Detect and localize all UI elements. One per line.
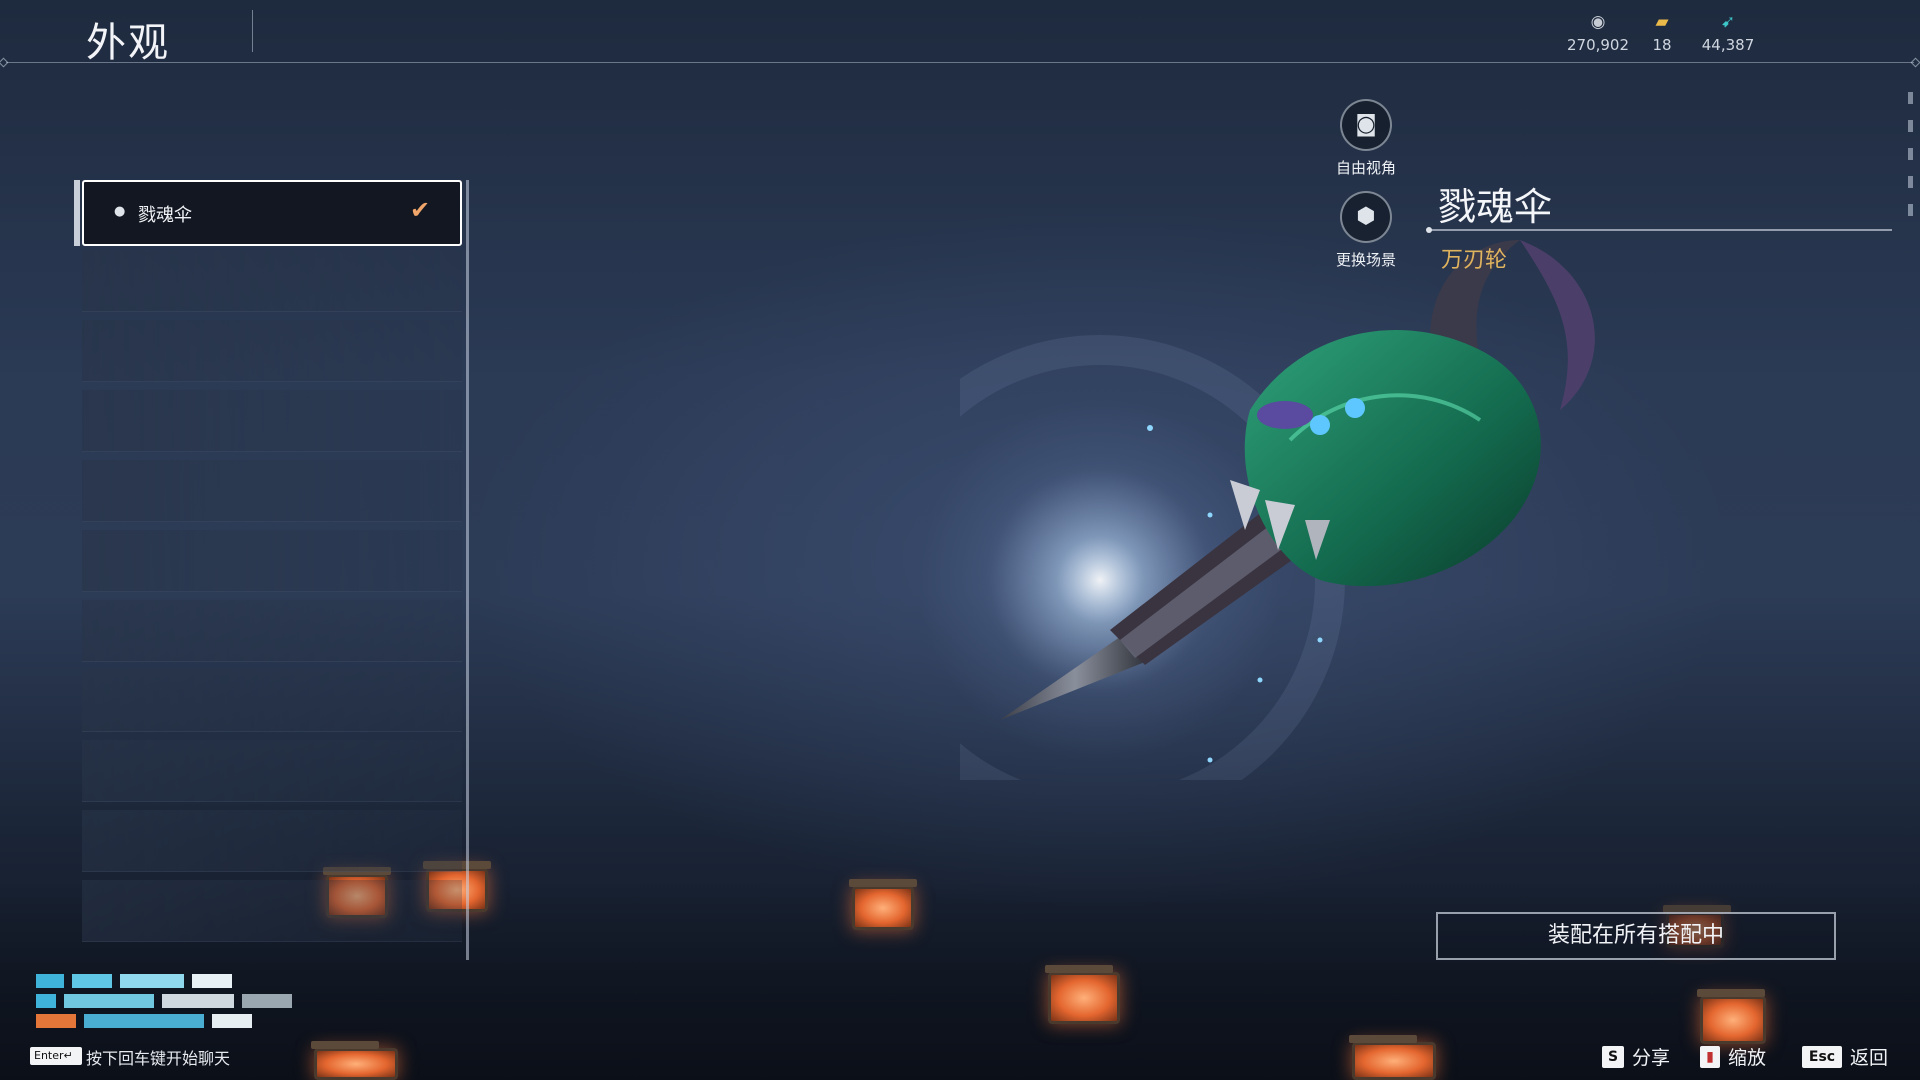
floating-lantern [1045, 965, 1120, 1024]
list-item-label: 戮魂伞 [138, 205, 192, 226]
appearance-list: ● 戮魂伞 ✔ [74, 180, 469, 960]
checkmark-icon: ✔ [410, 196, 431, 224]
underline-dot [1426, 227, 1432, 233]
share-key: S [1602, 1046, 1624, 1068]
free-camera-button[interactable]: ◙ 自由视角 [1321, 99, 1411, 178]
list-item-empty [82, 250, 462, 312]
currency-value: 44,387 [1701, 36, 1755, 54]
camera-icon: ◙ [1340, 99, 1392, 151]
enter-key-hint: Enter↵ [30, 1047, 82, 1065]
weapon-model-illustration [960, 240, 1595, 780]
floating-lantern [311, 1041, 398, 1080]
list-item-empty [82, 670, 462, 732]
item-name-underline [1428, 229, 1892, 231]
chat-hint[interactable]: 按下回车键开始聊天 [86, 1045, 230, 1069]
list-scrollbar[interactable] [466, 180, 469, 960]
item-name: 戮魂伞 [1438, 185, 1553, 229]
floating-lantern [1349, 1035, 1436, 1080]
floating-lantern [1697, 989, 1766, 1044]
share-button[interactable]: 分享 [1632, 1043, 1670, 1070]
cube-icon: ⬢ [1340, 191, 1392, 243]
list-item-empty [82, 320, 462, 382]
list-item-empty [82, 460, 462, 522]
list-item-empty [82, 880, 462, 942]
list-item-empty [82, 740, 462, 802]
drop-icon: ● [114, 204, 126, 219]
right-scroll-indicator[interactable] [1908, 92, 1914, 232]
page-title: 外观 [86, 20, 170, 66]
esc-key: Esc [1802, 1046, 1842, 1068]
divider-ornament [1910, 57, 1920, 68]
back-button[interactable]: 返回 [1850, 1043, 1888, 1070]
divider-ornament [0, 57, 9, 68]
item-weapon-type: 万刃轮 [1441, 248, 1508, 273]
zoom-button[interactable]: 缩放 [1728, 1043, 1766, 1070]
equip-all-button[interactable]: 装配在所有搭配中 [1436, 912, 1836, 960]
feather-icon: ➹ [1720, 12, 1736, 32]
free-camera-label: 自由视角 [1335, 159, 1396, 177]
title-divider [252, 10, 253, 52]
list-item-empty [82, 600, 462, 662]
header-divider-line [6, 62, 1914, 63]
list-item-empty [82, 530, 462, 592]
top-bar: 外观 ◉ 270,902 ▰ 18 ➹ 44,387 [0, 0, 1920, 68]
list-item-empty [82, 390, 462, 452]
list-item-selected[interactable]: ● 戮魂伞 ✔ [74, 180, 462, 246]
chat-messages-blurred [36, 972, 336, 1036]
list-item-empty [82, 810, 462, 872]
mouse-icon: ▮ [1700, 1046, 1720, 1068]
selection-accent-bar [74, 180, 80, 246]
floating-lantern [849, 879, 917, 930]
change-scene-label: 更换场景 [1335, 251, 1396, 269]
change-scene-button[interactable]: ⬢ 更换场景 [1321, 191, 1411, 270]
currency-feathers: ➹ 44,387 [1688, 12, 1768, 54]
